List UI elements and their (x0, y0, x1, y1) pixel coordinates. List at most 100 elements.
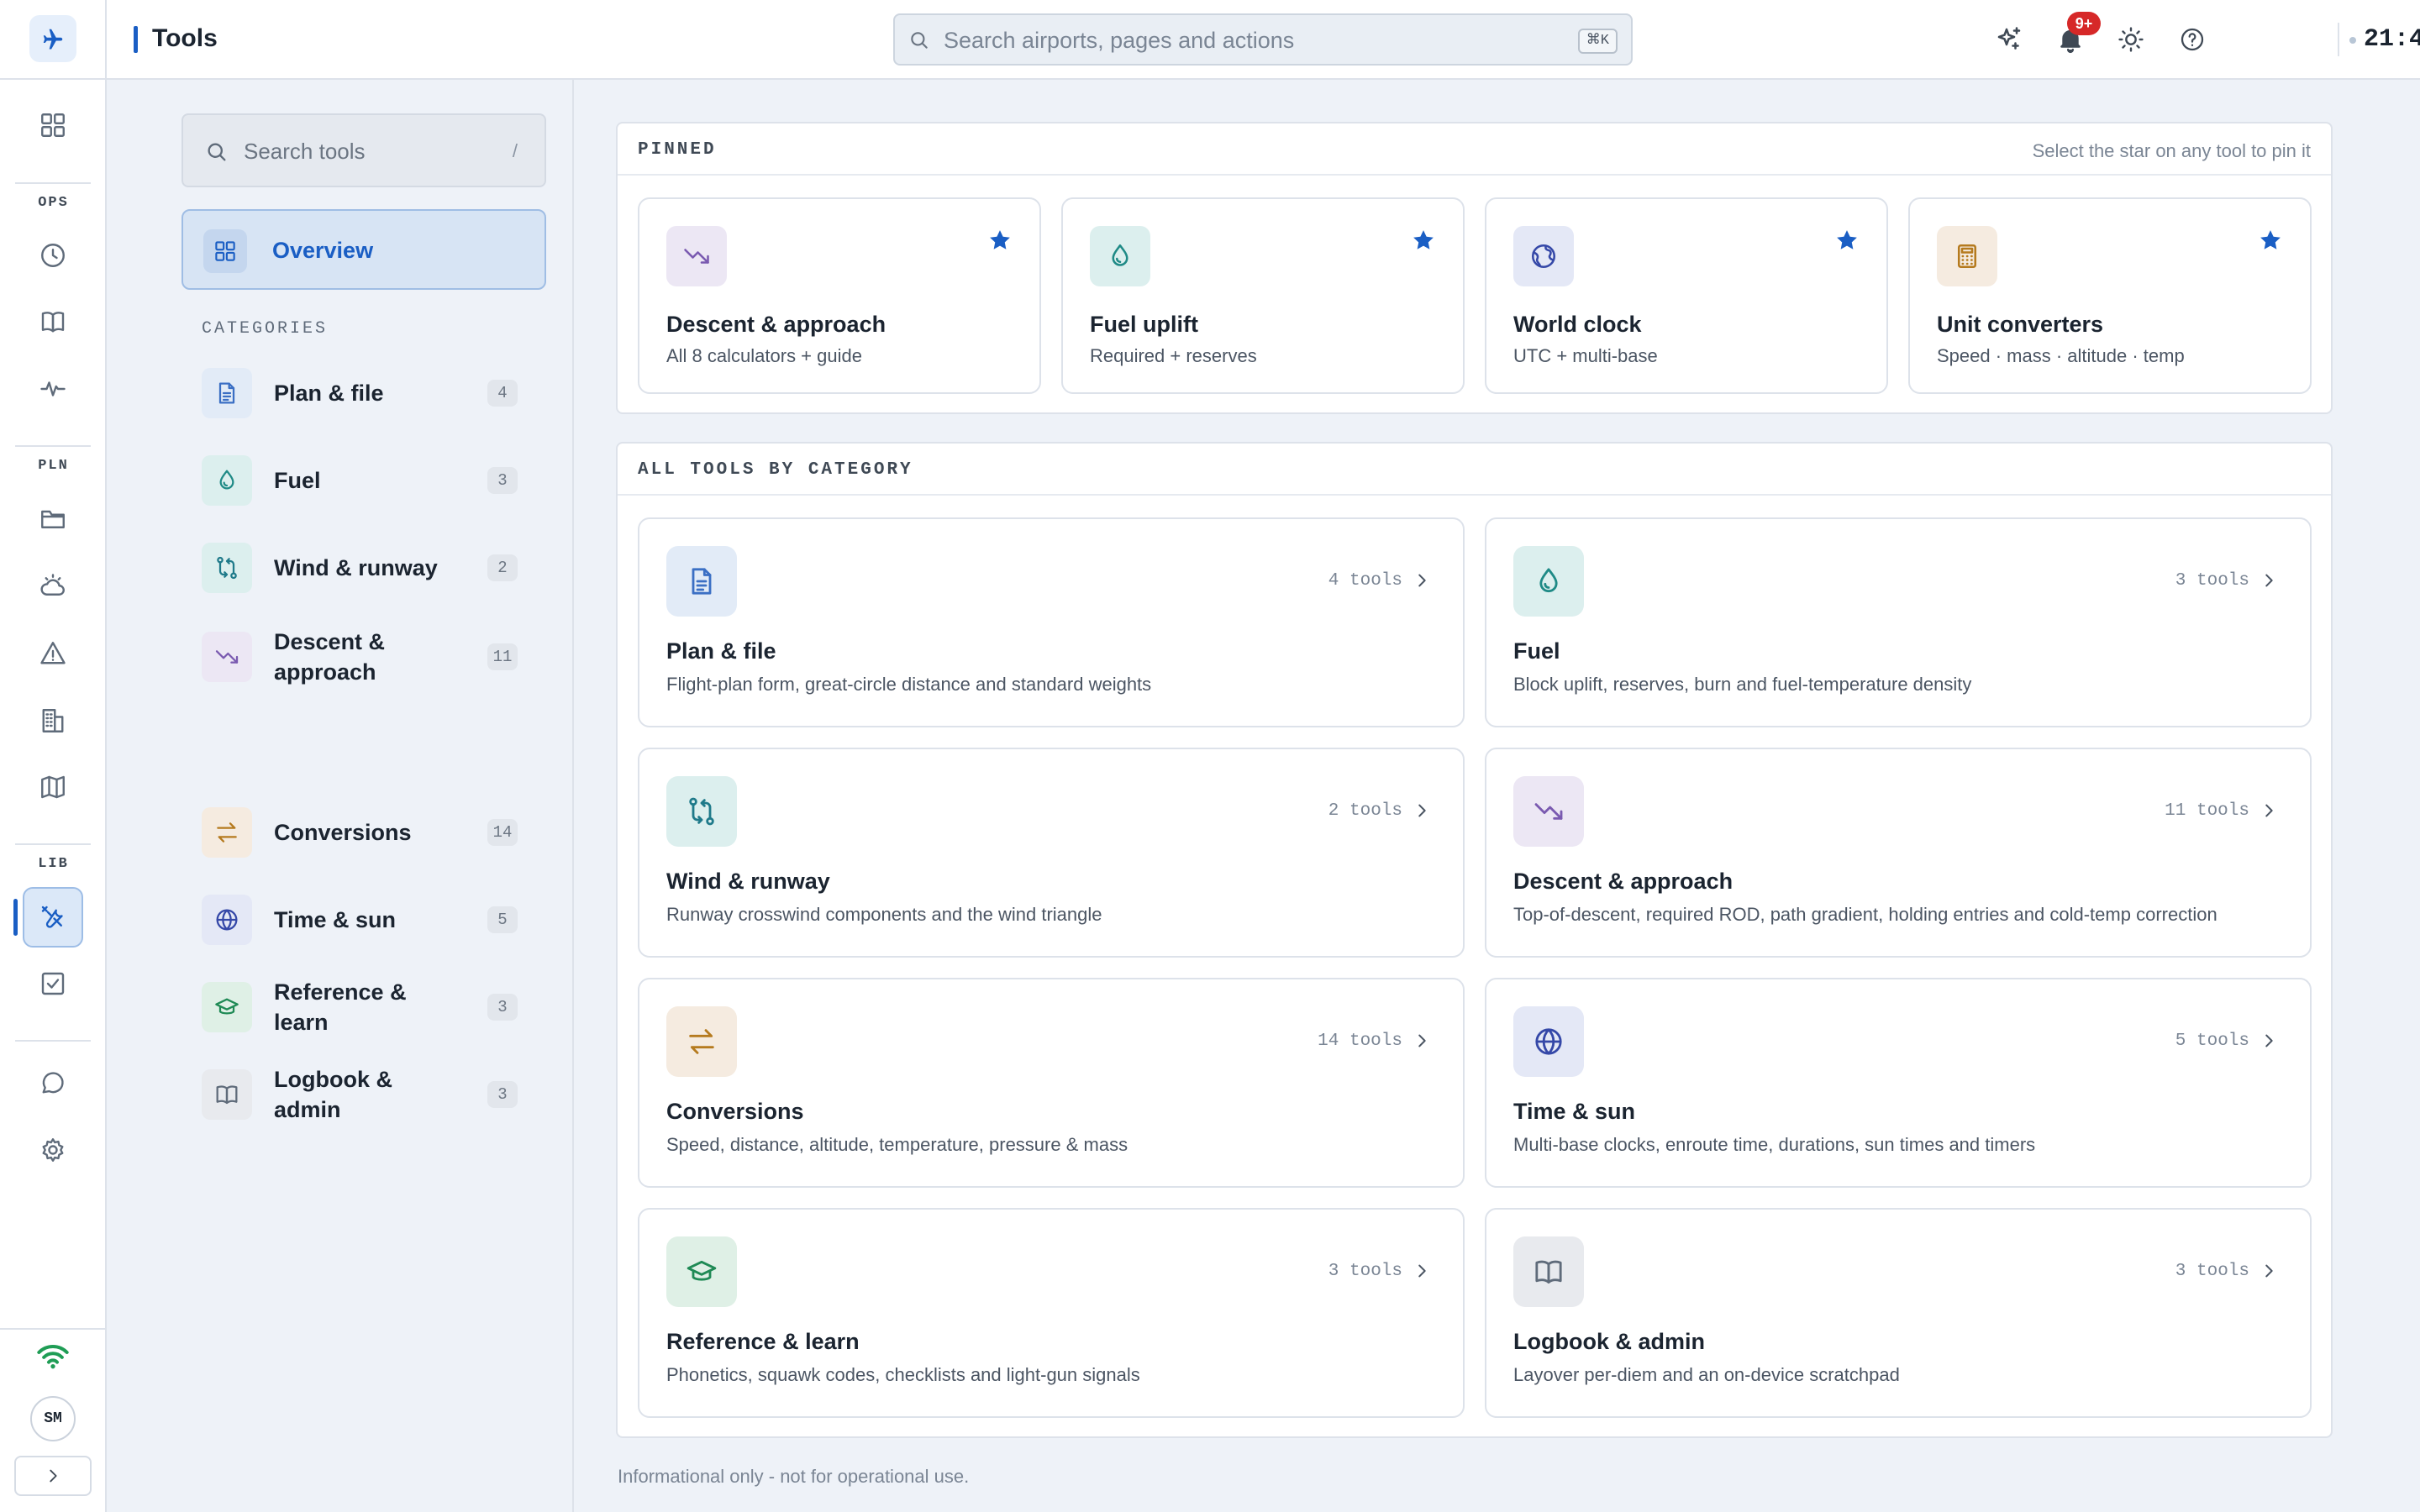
star-icon[interactable] (987, 228, 1013, 253)
wifi-icon (36, 1342, 70, 1371)
panel-header: ALL TOOLS BY CATEGORY (618, 444, 2331, 496)
sidebar-item-label: Time & sun (274, 907, 397, 932)
alert-icon[interactable] (23, 623, 83, 684)
nav-rail: OPS PLN LIB SM (0, 0, 107, 1512)
card-title: Descent & approach (1513, 869, 1733, 894)
title-accent (134, 26, 138, 53)
disclaimer-text: Informational only - not for operational… (618, 1466, 970, 1487)
category-card-descent-approach[interactable]: 11 tools Descent & approach Top-of-desce… (1485, 748, 2312, 958)
star-icon[interactable] (1834, 228, 1860, 253)
tool-count: 3 tools (2175, 1262, 2249, 1281)
dashboard-icon[interactable] (23, 95, 83, 155)
tools-icon[interactable] (23, 887, 83, 948)
sun-icon[interactable] (2112, 20, 2150, 59)
checklist-icon[interactable] (23, 953, 83, 1014)
tool-count: 3 tools (2175, 571, 2249, 591)
descent-icon (1513, 776, 1584, 847)
rail-separator (15, 843, 91, 845)
globe-icon (202, 895, 252, 945)
globe-icon (1513, 1006, 1584, 1077)
card-title: Conversions (666, 1099, 804, 1124)
count-badge: 5 (487, 906, 518, 933)
descent-icon (666, 226, 727, 286)
rail-separator (15, 445, 91, 447)
card-title: Logbook & admin (1513, 1329, 1705, 1354)
descent-icon (202, 632, 252, 682)
chat-icon[interactable] (23, 1053, 83, 1113)
card-description: Flight-plan form, great-circle distance … (666, 674, 1152, 695)
card-title: World clock (1513, 312, 1642, 337)
card-subtitle: UTC + multi-base (1513, 345, 1658, 366)
tool-count: 14 tools (1318, 1032, 1402, 1051)
help-icon[interactable] (2173, 20, 2212, 59)
sidebar-item-label: Conversions (274, 820, 412, 845)
page-title: Tools (152, 24, 218, 52)
open-book-icon (1513, 1236, 1584, 1307)
chevron-right-icon (1413, 1032, 1431, 1050)
clock-icon[interactable] (23, 225, 83, 286)
clock-status-dot (2349, 37, 2356, 44)
global-search-input[interactable] (944, 25, 1532, 55)
runway-icon (666, 776, 737, 847)
star-icon[interactable] (1411, 228, 1436, 253)
card-description: Speed, distance, altitude, temperature, … (666, 1134, 1128, 1155)
sidebar-item-conversions[interactable]: Conversions 14 (202, 806, 538, 859)
category-card-conversions[interactable]: 14 tools Conversions Speed, distance, al… (638, 978, 1465, 1188)
sidebar-item-plan-file[interactable]: Plan & file 4 (202, 366, 538, 420)
search-shortcut: / (512, 140, 518, 161)
card-subtitle: All 8 calculators + guide (666, 345, 862, 366)
notification-badge: 9+ (2067, 12, 2101, 35)
pinned-title: PINNED (638, 140, 717, 160)
category-card-plan-file[interactable]: 4 tools Plan & file Flight-plan form, gr… (638, 517, 1465, 727)
sidebar-item-label: Logbook & admin (274, 1067, 392, 1122)
chevron-right-icon (1413, 571, 1431, 590)
pinned-card-descent-approach[interactable]: Descent & approach All 8 calculators + g… (638, 197, 1041, 394)
activity-icon[interactable] (23, 359, 83, 419)
search-shortcut: ⌘K (1577, 29, 1618, 54)
sidebar-item-time-sun[interactable]: Time & sun 5 (202, 893, 538, 947)
pinned-card-world-clock[interactable]: World clock UTC + multi-base (1485, 197, 1888, 394)
card-subtitle: Speed · mass · altitude · temp (1937, 345, 2185, 366)
category-card-time-sun[interactable]: 5 tools Time & sun Multi-base clocks, en… (1485, 978, 2312, 1188)
graduation-icon (666, 1236, 737, 1307)
pinned-card-unit-converters[interactable]: Unit converters Speed · mass · altitude … (1908, 197, 2312, 394)
avatar[interactable]: SM (30, 1396, 76, 1441)
overview-nav-item[interactable]: Overview (182, 209, 546, 290)
pinned-card-fuel-uplift[interactable]: Fuel uplift Required + reserves (1061, 197, 1465, 394)
sidebar-item-reference-learn[interactable]: Reference & learn 3 (202, 979, 538, 1035)
sidebar-item-logbook-admin[interactable]: Logbook & admin 3 (202, 1067, 538, 1122)
sidebar-item-descent-approach[interactable]: Descent & approach 11 (202, 620, 538, 694)
sidebar-item-wind-runway[interactable]: Wind & runway 2 (202, 541, 538, 595)
weather-icon[interactable] (23, 556, 83, 617)
category-card-logbook-admin[interactable]: 3 tools Logbook & admin Layover per-diem… (1485, 1208, 2312, 1418)
tool-search[interactable]: / (182, 113, 546, 187)
tool-count: 4 tools (1328, 571, 1402, 591)
star-icon[interactable] (2258, 228, 2283, 253)
categories-heading: CATEGORIES (202, 319, 329, 339)
building-icon[interactable] (23, 690, 83, 751)
rail-section-lib: LIB (38, 856, 69, 872)
count-badge: 2 (487, 554, 518, 581)
map-icon[interactable] (23, 757, 83, 817)
tool-search-input[interactable] (244, 135, 479, 167)
category-card-reference-learn[interactable]: 3 tools Reference & learn Phonetics, squ… (638, 1208, 1465, 1418)
rail-section-ops: OPS (38, 195, 69, 211)
drop-icon (1513, 546, 1584, 617)
category-card-fuel[interactable]: 3 tools Fuel Block uplift, reserves, bur… (1485, 517, 2312, 727)
folder-icon[interactable] (23, 489, 83, 549)
sidebar-item-label: Plan & file (274, 381, 384, 406)
sparkles-icon[interactable] (1990, 20, 2028, 59)
sidebar-item-fuel[interactable]: Fuel 3 (202, 454, 538, 507)
book-icon[interactable] (23, 291, 83, 352)
settings-icon[interactable] (23, 1120, 83, 1180)
global-search[interactable]: ⌘K (893, 13, 1633, 66)
card-description: Phonetics, squawk codes, checklists and … (666, 1364, 1140, 1385)
swap-icon (202, 807, 252, 858)
pinned-hint: Select the star on any tool to pin it (2032, 140, 2311, 161)
plane-logo-icon[interactable] (29, 15, 76, 62)
card-description: Runway crosswind components and the wind… (666, 904, 1102, 925)
category-card-wind-runway[interactable]: 2 tools Wind & runway Runway crosswind c… (638, 748, 1465, 958)
expand-rail-button[interactable] (14, 1456, 92, 1496)
all-tools-panel: ALL TOOLS BY CATEGORY 4 tools Plan & fil… (616, 442, 2333, 1438)
active-indicator (13, 899, 18, 936)
